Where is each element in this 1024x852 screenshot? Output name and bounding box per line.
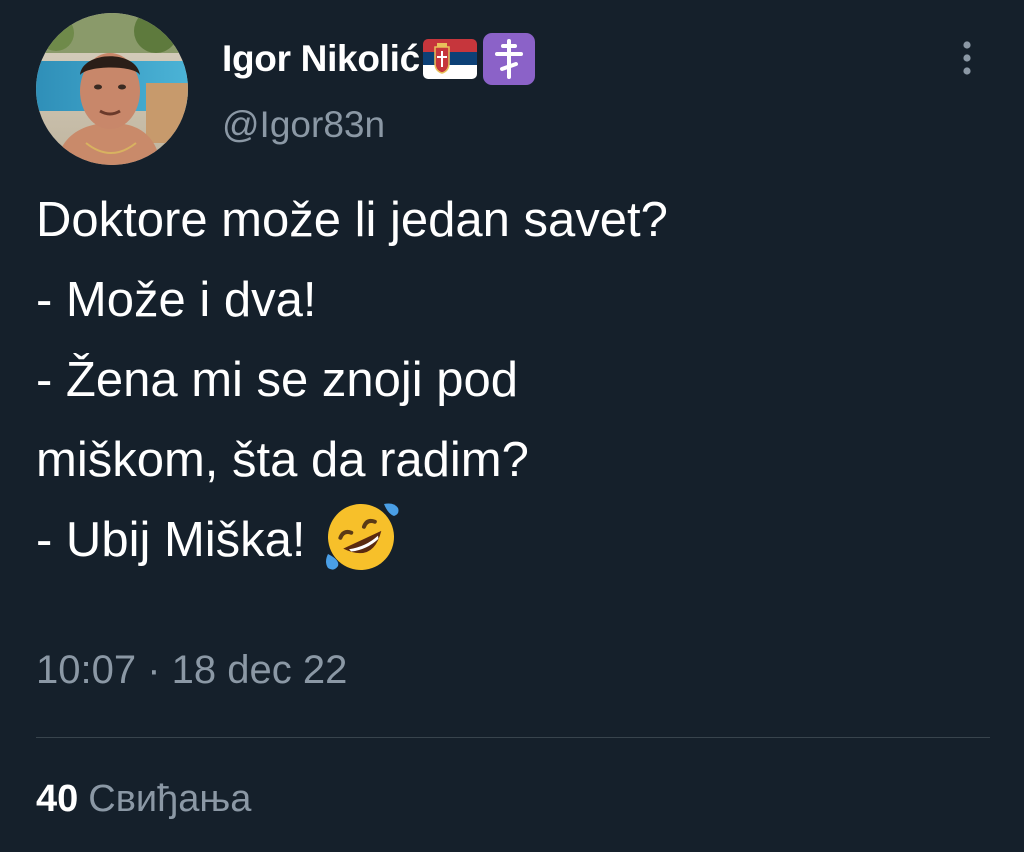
user-handle[interactable]: @Igor83n bbox=[222, 104, 385, 146]
orthodox-cross-icon bbox=[482, 33, 535, 85]
tweet-line: - Žena mi se znoji pod bbox=[36, 353, 519, 407]
tweet-line: - Može i dva! bbox=[36, 273, 317, 327]
rolling-on-floor-laughing-emoji-icon bbox=[320, 496, 402, 578]
likes-link[interactable]: 40 Свиђања bbox=[36, 778, 251, 821]
serbia-flag-icon bbox=[422, 39, 477, 79]
tweet-line: Doktore može li jedan savet? bbox=[36, 193, 668, 247]
divider bbox=[36, 737, 990, 738]
more-options-icon[interactable] bbox=[951, 37, 983, 81]
avatar-photo bbox=[36, 13, 188, 165]
tweet-line-last: - Ubij Miška! bbox=[36, 500, 996, 580]
tweet-text: Doktore može li jedan savet? - Može i dv… bbox=[36, 180, 996, 580]
likes-label: Свиђања bbox=[88, 778, 252, 820]
tweet-card: Igor Nikolić @Igor83n Doktore može li je… bbox=[0, 0, 1024, 852]
tweet-timestamp[interactable]: 10:07 · 18 dec 22 bbox=[36, 648, 347, 693]
avatar[interactable] bbox=[36, 13, 188, 165]
tweet-line: - Ubij Miška! bbox=[36, 513, 306, 567]
display-name: Igor Nikolić bbox=[222, 38, 420, 79]
tweet-line: miškom, šta da radim? bbox=[36, 433, 529, 487]
display-name-row[interactable]: Igor Nikolić bbox=[222, 33, 535, 85]
likes-count: 40 bbox=[36, 778, 79, 820]
